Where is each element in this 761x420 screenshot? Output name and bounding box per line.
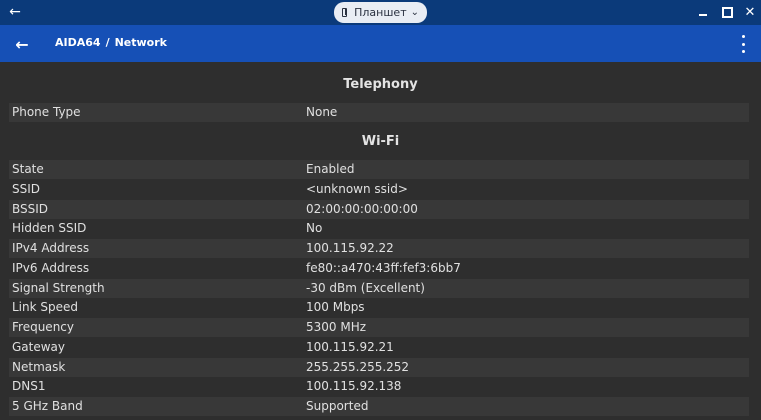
list-item: DNS1 100.115.92.138 — [9, 377, 749, 396]
list-item: IPv6 Address fe80::a470:43ff:fef3:6bb7 — [9, 259, 749, 278]
list-item: Link Speed 100 Mbps — [9, 298, 749, 317]
app-bar: ← AIDA64 / Network — [0, 25, 761, 62]
item-label: Frequency — [12, 320, 74, 334]
minimize-icon[interactable] — [693, 3, 713, 21]
item-value: <unknown ssid> — [306, 182, 408, 196]
item-label: Phone Type — [12, 105, 81, 119]
page-title: AIDA64 / Network — [55, 36, 167, 49]
list-item: SSID <unknown ssid> — [9, 180, 749, 199]
item-value: 5300 MHz — [306, 320, 367, 334]
item-label: BSSID — [12, 202, 49, 216]
list-item: Signal Strength -30 dBm (Excellent) — [9, 279, 749, 298]
item-value: Enabled — [306, 162, 355, 176]
item-label: Link Speed — [12, 300, 79, 314]
item-value: Supported — [306, 399, 369, 413]
item-label: SSID — [12, 182, 41, 196]
window-back-icon[interactable]: ← — [6, 3, 24, 21]
item-label: Netmask — [12, 360, 66, 374]
item-label: Gateway — [12, 340, 66, 354]
item-label: Signal Strength — [12, 281, 105, 295]
list-item: Netmask 255.255.255.252 — [9, 358, 749, 377]
maximize-icon[interactable] — [717, 3, 737, 21]
item-label: 5 GHz Band — [12, 399, 83, 413]
item-label: IPv6 Address — [12, 261, 90, 275]
item-value: 100.115.92.138 — [306, 379, 402, 393]
item-value: fe80::a470:43ff:fef3:6bb7 — [306, 261, 461, 275]
item-value: -30 dBm (Excellent) — [306, 281, 425, 295]
item-value: 100.115.92.22 — [306, 241, 394, 255]
list-item: IPv4 Address 100.115.92.22 — [9, 239, 749, 258]
overflow-menu-icon[interactable] — [736, 35, 750, 53]
item-value: No — [306, 221, 323, 235]
item-value: 100 Mbps — [306, 300, 365, 314]
list-item: Phone Type None — [9, 103, 749, 122]
item-value: 255.255.255.252 — [306, 360, 410, 374]
window-mode-label: Планшет — [354, 6, 407, 19]
item-value: 100.115.92.21 — [306, 340, 394, 354]
list-item: BSSID 02:00:00:00:00:00 — [9, 200, 749, 219]
list-item: Hidden SSID No — [9, 219, 749, 238]
item-label: Hidden SSID — [12, 221, 87, 235]
app-name: AIDA64 — [55, 36, 101, 49]
item-value: None — [306, 105, 338, 119]
item-label: State — [12, 162, 44, 176]
tablet-icon — [342, 8, 348, 17]
back-arrow-icon[interactable]: ← — [12, 34, 32, 54]
section-header-telephony: Telephony — [343, 77, 418, 92]
list-item: Frequency 5300 MHz — [9, 318, 749, 337]
breadcrumb-separator: / — [105, 36, 110, 49]
network-info-list[interactable]: Telephony Phone Type None Wi-Fi State En… — [0, 62, 761, 420]
item-label: DNS1 — [12, 379, 46, 393]
item-value: 02:00:00:00:00:00 — [306, 202, 418, 216]
section-header-wifi: Wi-Fi — [361, 134, 400, 149]
close-icon[interactable]: ✕ — [740, 3, 760, 21]
list-item: Gateway 100.115.92.21 — [9, 338, 749, 357]
page-name: Network — [114, 36, 167, 49]
list-item: State Enabled — [9, 160, 749, 179]
item-label: IPv4 Address — [12, 241, 90, 255]
window-titlebar: ← Планшет ⌄ ✕ — [0, 0, 761, 25]
chevron-down-icon: ⌄ — [410, 7, 419, 18]
window-mode-selector[interactable]: Планшет ⌄ — [334, 2, 427, 23]
list-item: 5 GHz Band Supported — [9, 397, 749, 416]
